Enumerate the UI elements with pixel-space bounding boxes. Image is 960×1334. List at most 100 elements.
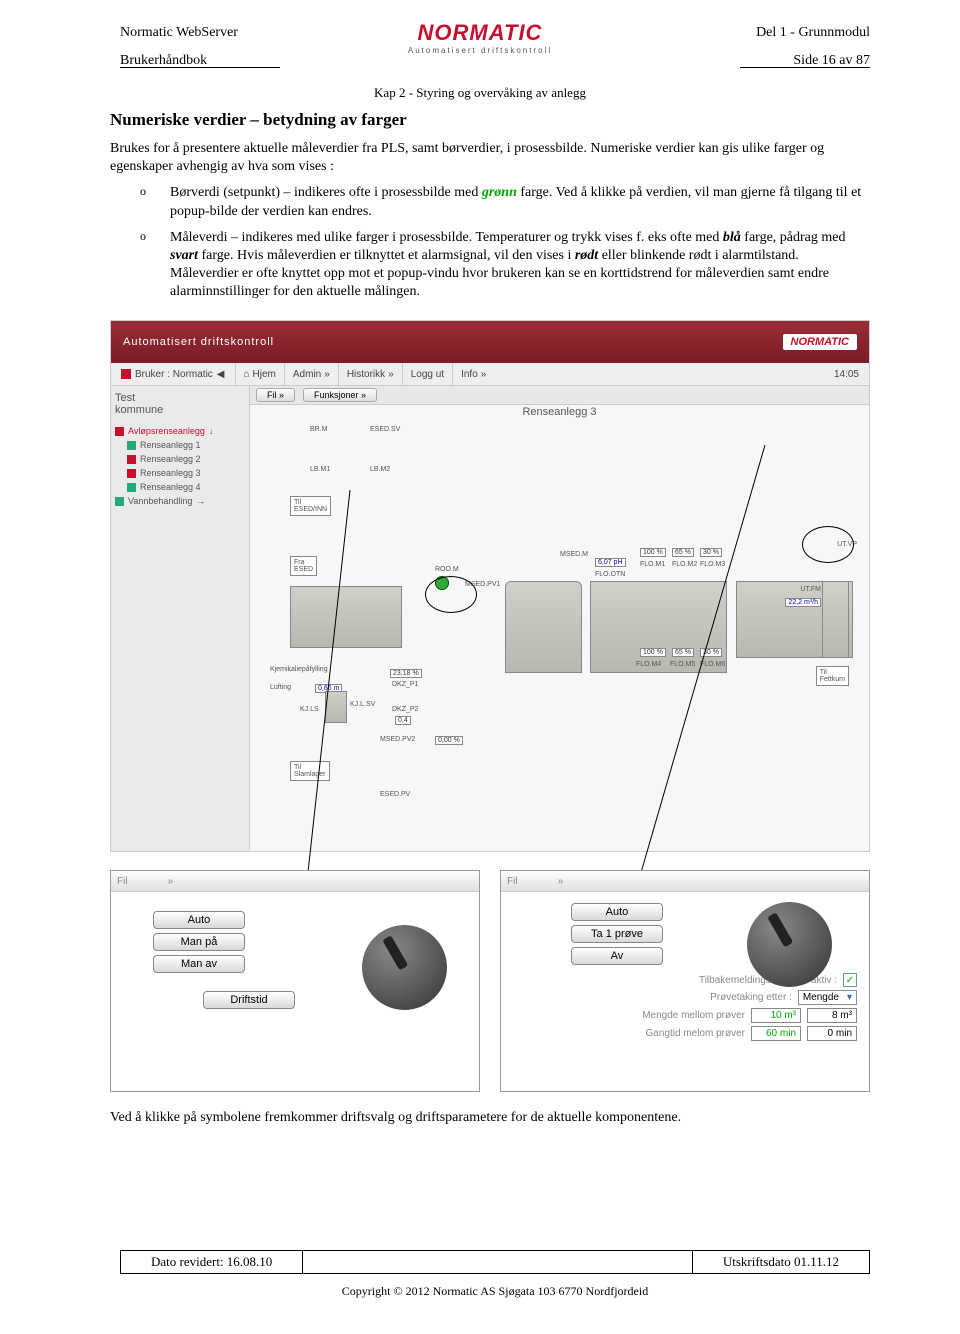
feedback-checkbox[interactable]: ✓ (843, 973, 857, 987)
popup1-fil[interactable]: Fil (117, 876, 128, 887)
dkzp2-label: DKZ_P2 (392, 706, 418, 713)
flom6-label: FLO.M6 (700, 661, 725, 668)
tank-3 (590, 581, 727, 673)
diagram-title: Renseanlegg 3 (522, 406, 596, 418)
pct-3-bot[interactable]: 30 % (700, 648, 722, 657)
revision-date: Dato revidert: 16.08.10 (121, 1251, 302, 1273)
time-value: 0 min (807, 1026, 857, 1041)
sb-group-sewage[interactable]: Avløpsrenseanlegg↓ (115, 424, 245, 438)
msedpv2-label: MSED.PV2 (380, 736, 415, 743)
status-icon (127, 441, 136, 450)
hdr-part: Del 1 - Grunnmodul (756, 25, 870, 41)
sample-button[interactable]: Ta 1 prøve (571, 925, 663, 943)
footer: Dato revidert: 16.08.10 Utskriftsdato 01… (120, 1250, 870, 1299)
home-icon: ⌂ (244, 369, 250, 380)
caption-text: Ved å klikke på symbolene fremkommer dri… (110, 1110, 870, 1126)
status-icon (115, 497, 124, 506)
user-label: Bruker : Normatic (135, 369, 213, 380)
msedm-value[interactable]: 6,07 pH (595, 558, 626, 567)
kj-tank (325, 691, 347, 723)
body-text: Brukes for å presentere aktuelle målever… (110, 140, 870, 310)
flom4-label: FLO.M4 (636, 661, 661, 668)
funksjoner-button[interactable]: Funksjoner » (303, 388, 377, 402)
utfm-value[interactable]: 22,2 m³/h (785, 598, 821, 607)
section-heading: Numeriske verdier – betydning av farger (110, 110, 407, 130)
lufting-label: Lufting (270, 684, 291, 691)
process-diagram: BR.M ESED.SV LB.M1 LB.M2 Til ESED/INN Fr… (260, 426, 859, 841)
normatic-logo: NORMATIC (408, 20, 552, 46)
nav-history[interactable]: Historikk» (338, 363, 402, 385)
auto-button-2[interactable]: Auto (571, 903, 663, 921)
flootn-label: FLO.OTN (595, 571, 625, 578)
brm-label: BR.M (310, 426, 328, 433)
annotation-circle-1 (425, 576, 477, 613)
esed-from-box: Fra ESED (290, 556, 317, 576)
sidebar: Testkommune Avløpsrenseanlegg↓ Renseanle… (111, 386, 250, 851)
auto-button[interactable]: Auto (153, 911, 245, 929)
print-date: Utskriftsdato 01.11.12 (693, 1251, 869, 1273)
room-label: ROO.M (435, 566, 459, 573)
esedpv-label: ESED.PV (380, 791, 410, 798)
nav-bar: Bruker : Normatic ◀ ⌂Hjem Admin» Historik… (111, 363, 869, 386)
msedpv2-value[interactable]: 0,00 % (435, 736, 463, 745)
sb-item-4[interactable]: Renseanlegg 4 (115, 480, 245, 494)
man-off-button[interactable]: Man av (153, 955, 245, 973)
status-icon (127, 483, 136, 492)
dkzp2-value[interactable]: 0,4 (395, 716, 411, 725)
annotation-circle-2 (802, 526, 854, 563)
fil-button[interactable]: Fil » (256, 388, 295, 402)
time-label: Gangtid melom prøver (646, 1028, 745, 1039)
chapter-label: Kap 2 - Styring og overvåking av anlegg (374, 85, 586, 101)
dkz-p1-value[interactable]: 23,18 % (390, 669, 422, 678)
qty-label: Mengde mellom prøver (642, 1010, 745, 1021)
clock: 14:05 (824, 369, 869, 380)
flom1-label: FLO.M1 (640, 561, 665, 568)
man-on-button[interactable]: Man på (153, 933, 245, 951)
app-screenshot: Automatisert driftskontroll NORMATIC Bru… (110, 320, 870, 852)
status-icon (127, 469, 136, 478)
kjl-label: KJ.L.SV (350, 701, 375, 708)
msedm-label: MSED.M (560, 551, 588, 558)
rotary-switch-2[interactable] (739, 894, 839, 994)
status-icon (115, 427, 124, 436)
hdr-product: Normatic WebServer (120, 25, 238, 41)
app-logo: NORMATIC (783, 334, 857, 350)
collapse-icon[interactable]: ◀ (217, 369, 225, 380)
rotary-switch[interactable] (354, 917, 454, 1017)
alarm-icon[interactable] (121, 369, 131, 379)
tank-5 (822, 581, 849, 658)
flom5-label: FLO.M5 (670, 661, 695, 668)
kjem-label: Kjemikaliepåfylling (270, 666, 328, 673)
qty-setpoint[interactable]: 10 m³ (751, 1008, 801, 1023)
nav-home[interactable]: ⌂Hjem (235, 363, 284, 385)
sb-group-water[interactable]: Vannbehandling→ (115, 494, 245, 508)
time-setpoint[interactable]: 60 min (751, 1026, 801, 1041)
pct-2-bot[interactable]: 65 % (672, 648, 694, 657)
pct-1-bot[interactable]: 100 % (640, 648, 666, 657)
app-title: Automatisert driftskontroll (123, 336, 274, 348)
copyright: Copyright © 2012 Normatic AS Sjøgata 103… (120, 1284, 870, 1299)
popup2-fil[interactable]: Fil (507, 876, 518, 887)
logo-subtitle: Automatisert driftskontroll (408, 46, 552, 55)
fett-box: Til Fettkum (816, 666, 849, 686)
tank-1 (290, 586, 402, 648)
dkzp1-label: DKZ_P1 (392, 681, 418, 688)
driftstid-button[interactable]: Driftstid (203, 991, 295, 1009)
sb-title: Testkommune (115, 392, 245, 416)
esedsv-label: ESED.SV (370, 426, 400, 433)
pct-2-top[interactable]: 65 % (672, 548, 694, 557)
sb-item-2[interactable]: Renseanlegg 2 (115, 452, 245, 466)
lbm1-label: LB.M1 (310, 466, 330, 473)
lbm2-label: LB.M2 (370, 466, 390, 473)
pct-1-top[interactable]: 100 % (640, 548, 666, 557)
sb-item-1[interactable]: Renseanlegg 1 (115, 438, 245, 452)
utfm-label: UT.FM (800, 586, 821, 593)
off-button[interactable]: Av (571, 947, 663, 965)
nav-info[interactable]: Info» (452, 363, 494, 385)
main-canvas: Fil » Funksjoner » Renseanlegg 3 BR.M ES… (250, 386, 869, 851)
pct-3-top[interactable]: 30 % (700, 548, 722, 557)
sb-item-3[interactable]: Renseanlegg 3 (115, 466, 245, 480)
nav-admin[interactable]: Admin» (284, 363, 338, 385)
kjls-label: KJ.LS (300, 706, 319, 713)
nav-logout[interactable]: Logg ut (402, 363, 452, 385)
